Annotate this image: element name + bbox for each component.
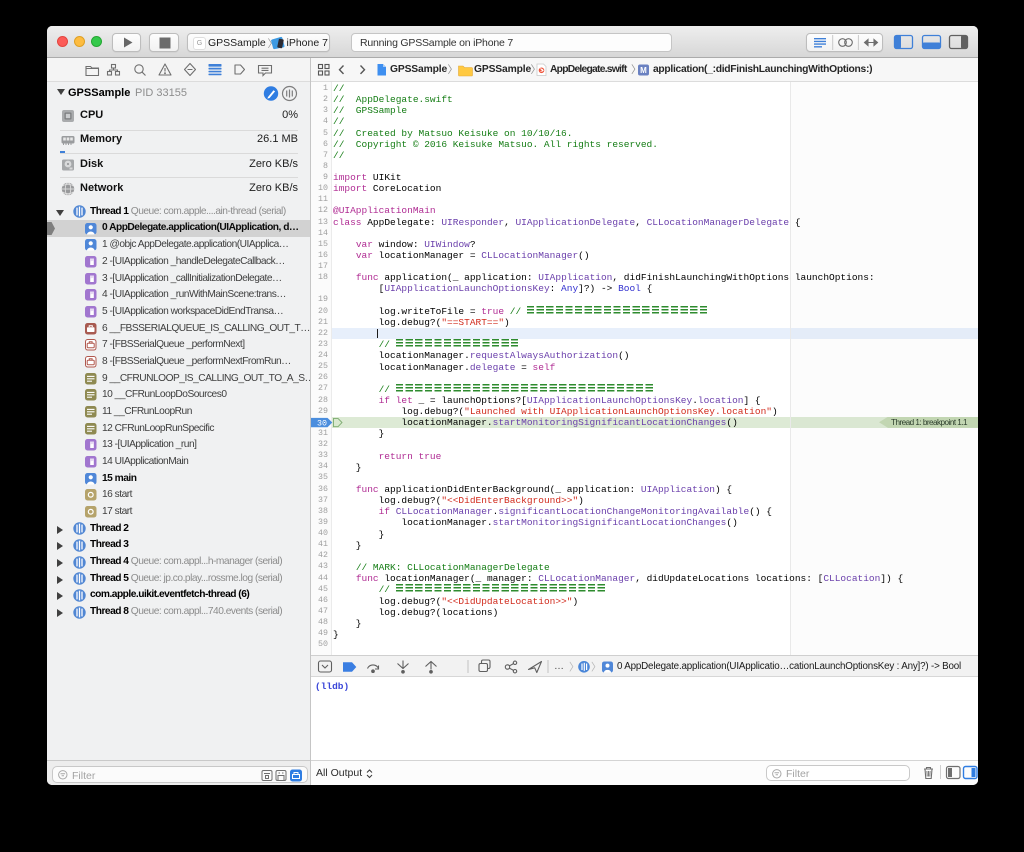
- svg-text:〉: 〉: [569, 662, 580, 674]
- svg-text:…: …: [554, 661, 564, 672]
- svg-text:30: 30: [317, 419, 327, 428]
- svg-text:〉: 〉: [591, 662, 602, 674]
